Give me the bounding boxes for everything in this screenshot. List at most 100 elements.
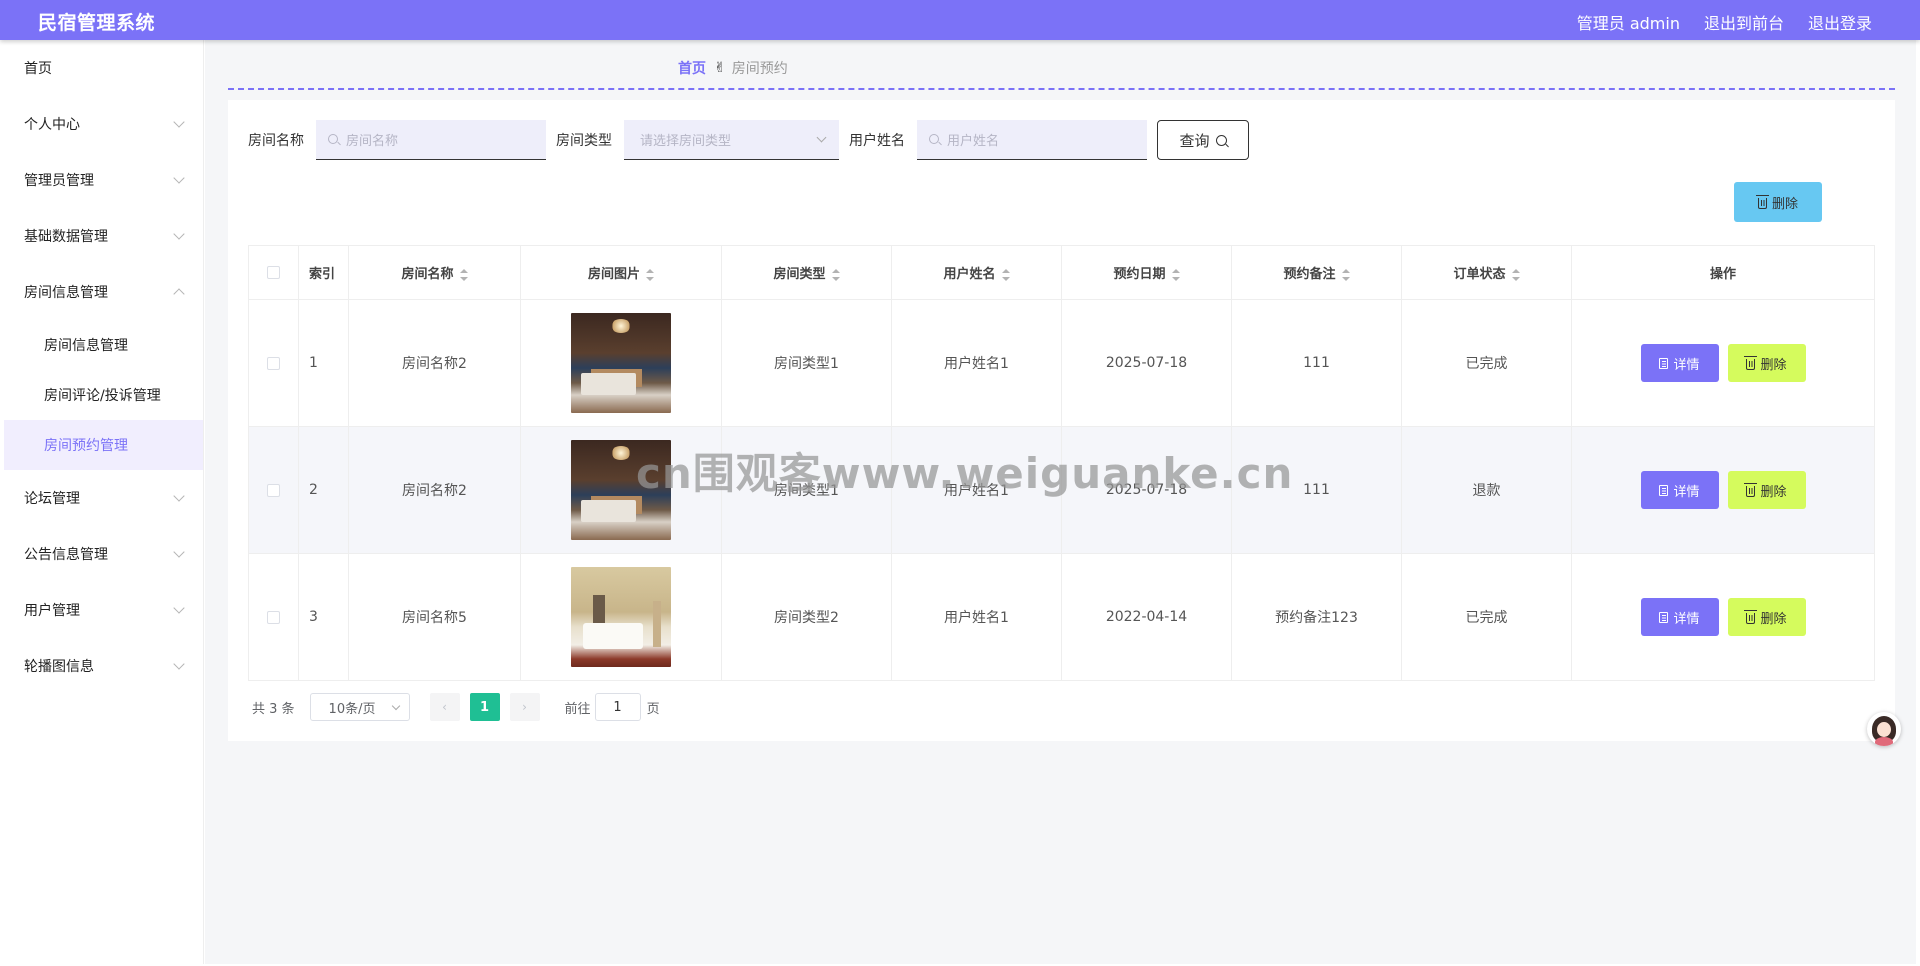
- prev-page-button[interactable]: ‹: [429, 693, 460, 721]
- chevron-down-icon: [173, 658, 185, 670]
- sidebar-subitem-label: 房间预约管理: [44, 438, 128, 454]
- trash-icon: [1755, 194, 1769, 209]
- room-type-placeholder: 请选择房间类型: [640, 134, 732, 149]
- sort-icon[interactable]: [1511, 268, 1520, 281]
- room-name-label: 房间名称: [248, 133, 304, 149]
- sort-icon[interactable]: [1171, 268, 1180, 281]
- sidebar-item-label: 基础数据管理: [24, 229, 108, 245]
- user-name-placeholder: 用户姓名: [947, 134, 1000, 149]
- bulk-delete-label: 删除: [1771, 196, 1798, 212]
- row-select-cell: [248, 553, 299, 681]
- row-checkbox[interactable]: [267, 610, 280, 624]
- room-image[interactable]: [571, 567, 671, 667]
- cell-actions: 详情 删除: [1571, 553, 1875, 681]
- cell-booking-date: 2025-07-18: [1061, 426, 1232, 554]
- hand-separator-icon: ✌: [714, 60, 726, 76]
- goto-page-input[interactable]: 1: [594, 693, 641, 721]
- cell-index: 1: [298, 299, 349, 427]
- chevron-down-icon: [173, 602, 185, 614]
- logout-link[interactable]: 退出登录: [1808, 10, 1872, 34]
- admin-user-label[interactable]: 管理员 admin: [1577, 10, 1680, 34]
- delete-button[interactable]: 删除: [1727, 598, 1806, 636]
- room-type-select[interactable]: 请选择房间类型: [624, 120, 839, 160]
- header-room-image[interactable]: 房间图片: [520, 245, 722, 300]
- sort-icon[interactable]: [646, 268, 654, 281]
- sidebar-subitem-room-comments[interactable]: 房间评论/投诉管理: [4, 370, 203, 420]
- sidebar-item-home[interactable]: 首页: [4, 40, 203, 96]
- sidebar-item-forum[interactable]: 论坛管理: [4, 470, 203, 526]
- sidebar-item-label: 个人中心: [24, 117, 80, 133]
- sort-icon[interactable]: [459, 268, 468, 281]
- table-row: 1 房间名称2 房间类型1 用户姓名1 2025-07-18 111 已完成 详…: [248, 299, 1875, 427]
- delete-button[interactable]: 删除: [1727, 471, 1806, 509]
- detail-button[interactable]: 详情: [1640, 471, 1719, 509]
- sidebar-item-users[interactable]: 用户管理: [4, 582, 203, 638]
- sort-icon[interactable]: [1001, 268, 1010, 281]
- table-row: 3 房间名称5 房间类型2 用户姓名1 2022-04-14 预约备注123 已…: [248, 553, 1875, 681]
- chevron-down-icon: [391, 701, 400, 711]
- detail-button[interactable]: 详情: [1640, 344, 1719, 382]
- cell-order-status: 已完成: [1401, 299, 1572, 427]
- user-name-input[interactable]: 用户姓名: [917, 120, 1147, 160]
- breadcrumb-home[interactable]: 首页: [678, 58, 706, 78]
- sort-icon[interactable]: [1341, 268, 1350, 281]
- row-checkbox[interactable]: [267, 483, 280, 497]
- sidebar-item-basic-data[interactable]: 基础数据管理: [4, 208, 203, 264]
- page-size-select[interactable]: 10条/页: [309, 693, 410, 721]
- sidebar-item-label: 用户管理: [24, 603, 80, 619]
- sidebar-subitem-room-booking[interactable]: 房间预约管理: [4, 420, 203, 470]
- chevron-right-icon: ›: [522, 700, 527, 714]
- breadcrumb: 首页 ✌ 房间预约: [678, 58, 788, 78]
- sidebar-item-personal-center[interactable]: 个人中心: [4, 96, 203, 152]
- select-all-checkbox[interactable]: [267, 266, 280, 279]
- booking-table: 索引 房间名称 房间图片 房间类型 用户姓名 预约日期 预约备注 订单状态 操作…: [248, 245, 1875, 681]
- sidebar-item-admin-management[interactable]: 管理员管理: [4, 152, 203, 208]
- cell-room-image: [520, 426, 722, 554]
- room-name-input[interactable]: 房间名称: [316, 120, 546, 160]
- sidebar-item-notices[interactable]: 公告信息管理: [4, 526, 203, 582]
- header-index: 索引: [298, 245, 349, 300]
- goto-label: 前往: [564, 701, 591, 717]
- cell-room-type: 房间类型1: [721, 426, 892, 554]
- document-icon: [1659, 484, 1669, 496]
- chevron-down-icon: [173, 546, 185, 558]
- cell-booking-date: 2025-07-18: [1061, 299, 1232, 427]
- room-image[interactable]: [571, 313, 671, 413]
- next-page-button[interactable]: ›: [509, 693, 540, 721]
- sort-icon[interactable]: [831, 268, 840, 281]
- detail-button[interactable]: 详情: [1640, 598, 1719, 636]
- page-suffix-label: 页: [646, 701, 660, 717]
- header-user-name[interactable]: 用户姓名: [891, 245, 1062, 300]
- query-button[interactable]: 查询: [1157, 120, 1249, 160]
- pagination-total: 共 3 条: [252, 701, 295, 717]
- header-room-type[interactable]: 房间类型: [721, 245, 892, 300]
- breadcrumb-current: 房间预约: [731, 61, 788, 77]
- header-order-status[interactable]: 订单状态: [1401, 245, 1572, 300]
- page-number-button[interactable]: 1: [469, 693, 500, 721]
- header-booking-note[interactable]: 预约备注: [1231, 245, 1402, 300]
- trash-icon: [1744, 609, 1758, 624]
- cell-user-name: 用户姓名1: [891, 553, 1062, 681]
- header-booking-date[interactable]: 预约日期: [1061, 245, 1232, 300]
- header-room-name[interactable]: 房间名称: [348, 245, 521, 300]
- trash-icon: [1744, 355, 1758, 370]
- breadcrumb-divider: [228, 88, 1895, 90]
- header-select-all[interactable]: [248, 245, 299, 300]
- header-actions: 操作: [1571, 245, 1875, 300]
- row-checkbox[interactable]: [267, 356, 280, 370]
- cell-room-name: 房间名称2: [348, 426, 521, 554]
- sidebar-item-room-info[interactable]: 房间信息管理: [4, 264, 203, 320]
- header-links: 管理员 admin 退出到前台 退出登录: [1577, 10, 1872, 34]
- assistant-avatar-icon[interactable]: [1867, 712, 1901, 746]
- delete-button[interactable]: 删除: [1727, 344, 1806, 382]
- sidebar-item-carousel[interactable]: 轮播图信息: [4, 638, 203, 694]
- exit-to-front-link[interactable]: 退出到前台: [1704, 10, 1784, 34]
- sidebar-subitem-label: 房间评论/投诉管理: [44, 388, 161, 404]
- bulk-delete-button[interactable]: 删除: [1734, 182, 1822, 222]
- chevron-down-icon: [173, 172, 185, 184]
- room-image[interactable]: [571, 440, 671, 540]
- sidebar-subitem-room-info[interactable]: 房间信息管理: [4, 320, 203, 370]
- cell-booking-note: 预约备注123: [1231, 553, 1402, 681]
- sidebar-item-label: 论坛管理: [24, 491, 80, 507]
- sidebar-item-label: 轮播图信息: [24, 659, 94, 675]
